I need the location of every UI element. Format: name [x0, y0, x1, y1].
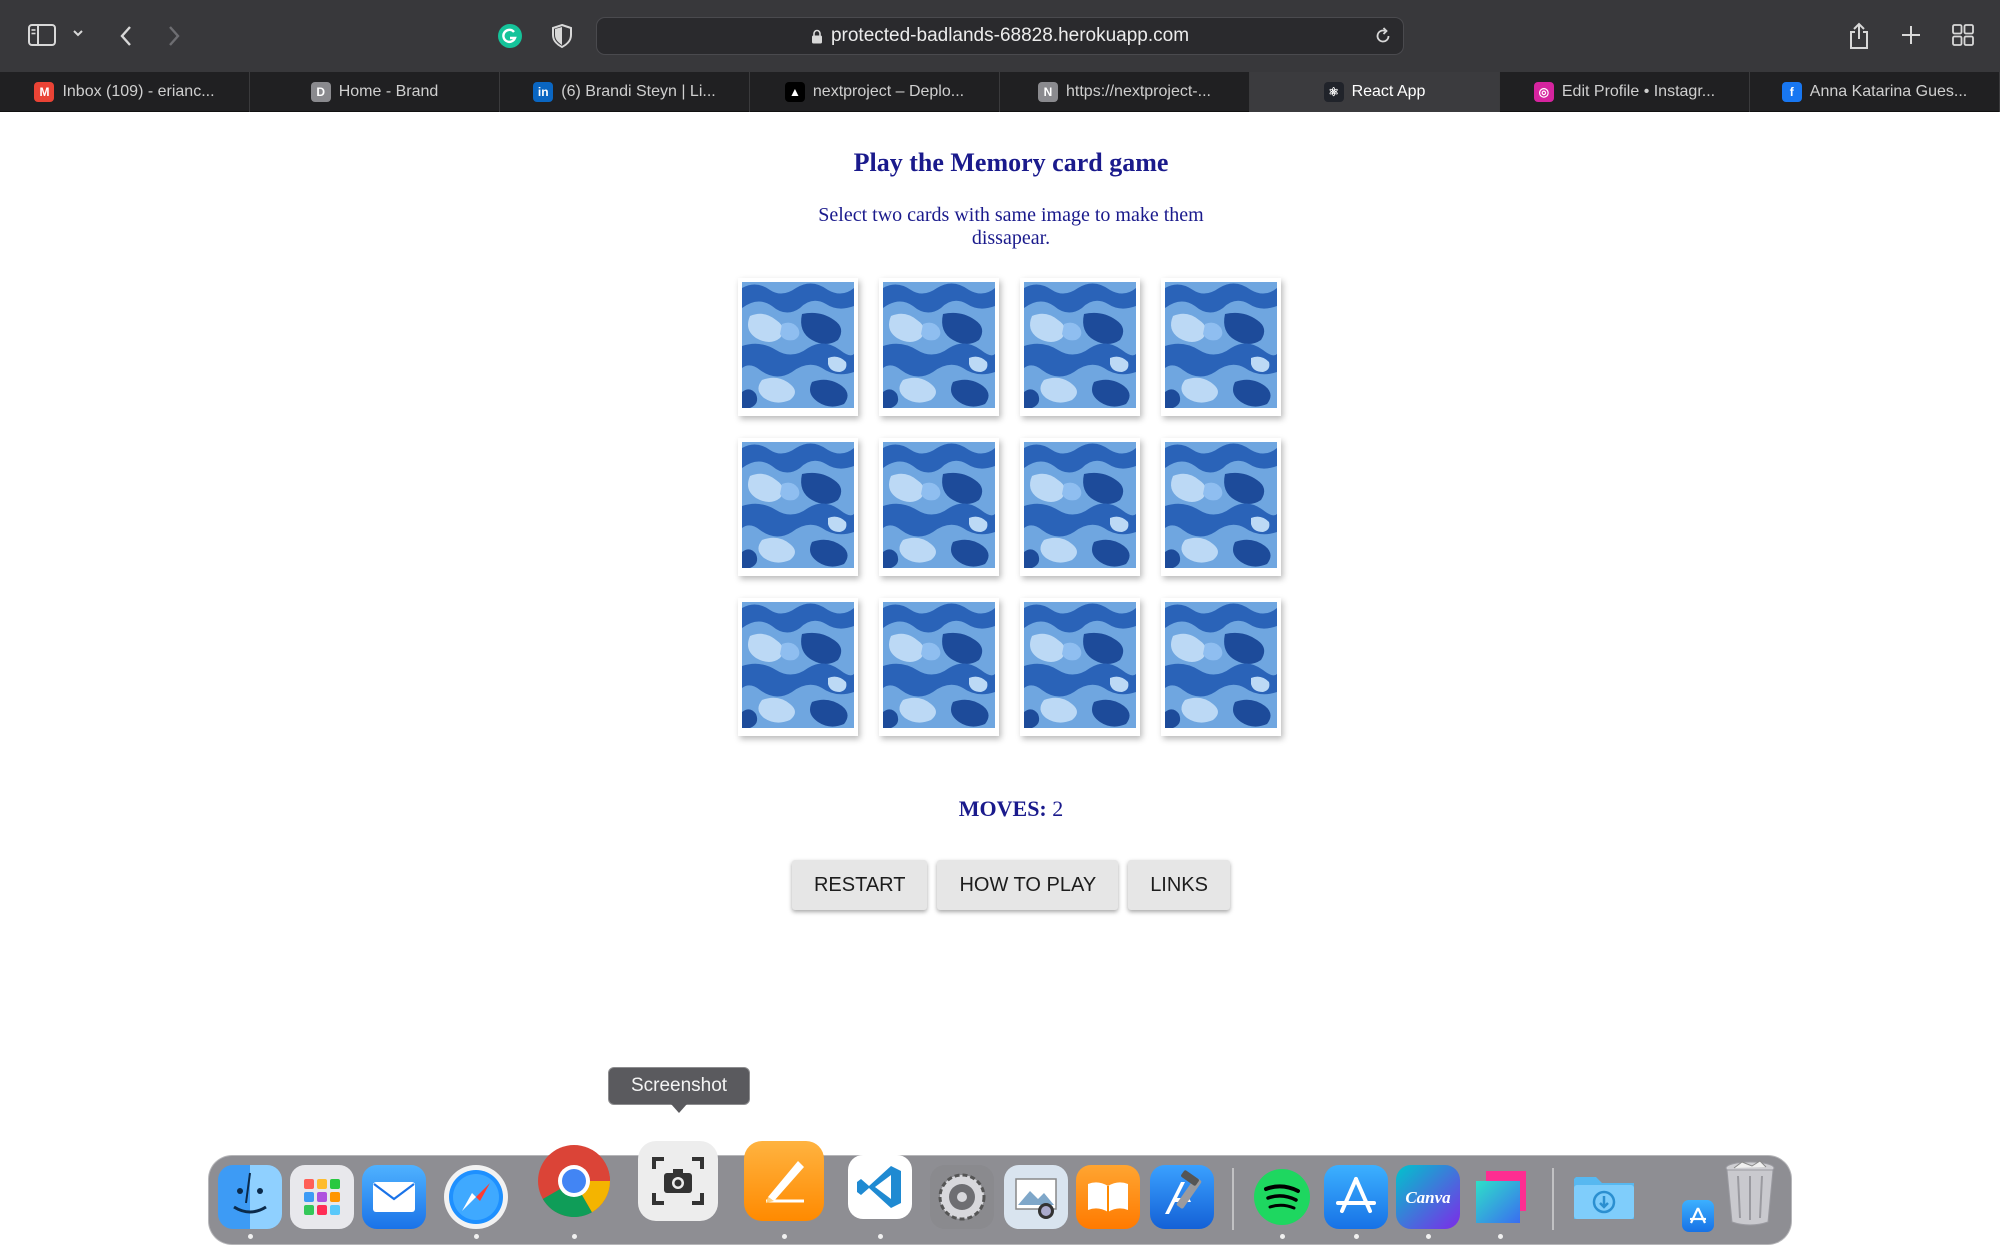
- tab-label: React App: [1351, 83, 1426, 100]
- spotify-icon[interactable]: [1250, 1165, 1314, 1229]
- running-indicator: [474, 1234, 479, 1239]
- tooltip-arrow: [671, 1104, 687, 1113]
- links-button[interactable]: LINKS: [1128, 860, 1230, 910]
- tab-label: Inbox (109) - erianc...: [62, 83, 215, 100]
- facebook-icon: f: [1781, 82, 1802, 102]
- tab-bar: M Inbox (109) - erianc... D Home - Brand in (…: [0, 72, 2000, 112]
- card-grid: [738, 278, 1288, 858]
- memory-card[interactable]: [1020, 278, 1140, 416]
- game-instructions: Select two cards with same image to make…: [818, 204, 1204, 249]
- running-indicator: [1498, 1234, 1503, 1239]
- dock-separator: [1232, 1168, 1234, 1230]
- canva-icon[interactable]: Canva: [1396, 1165, 1460, 1229]
- memory-card[interactable]: [1020, 598, 1140, 736]
- memory-card[interactable]: [738, 598, 858, 736]
- memory-card[interactable]: [1161, 598, 1281, 736]
- linkedin-icon: in: [533, 82, 554, 102]
- tab-linkedin[interactable]: in (6) Brandi Steyn | Li...: [500, 72, 750, 112]
- memory-card[interactable]: [879, 598, 999, 736]
- moves-label: MOVES:: [958, 796, 1047, 821]
- tab-instagram[interactable]: ◎ Edit Profile • Instagr...: [1500, 72, 1750, 112]
- running-indicator: [1354, 1234, 1359, 1239]
- tab-overview-icon[interactable]: [1952, 24, 1974, 46]
- memory-card[interactable]: [1161, 278, 1281, 416]
- page-content: Play the Memory card game Select two car…: [0, 112, 2000, 1250]
- svg-text:Canva: Canva: [1405, 1188, 1451, 1207]
- app-store-icon[interactable]: [1324, 1165, 1388, 1229]
- trash-icon[interactable]: [1718, 1160, 1782, 1226]
- books-icon[interactable]: [1076, 1165, 1140, 1229]
- vercel-icon: ▲: [784, 82, 805, 102]
- browser-toolbar: protected-badlands-68828.herokuapp.com: [0, 0, 2000, 72]
- safari-icon[interactable]: [444, 1165, 508, 1229]
- screens-icon[interactable]: [1468, 1165, 1532, 1229]
- new-tab-icon[interactable]: [1900, 24, 1922, 46]
- memory-card[interactable]: [879, 278, 999, 416]
- downloads-folder-icon[interactable]: [1572, 1165, 1636, 1229]
- share-icon[interactable]: [1848, 22, 1870, 50]
- gmail-icon: M: [34, 82, 55, 102]
- tab-label: https://nextproject-...: [1066, 83, 1211, 100]
- screenshot-icon[interactable]: [638, 1141, 718, 1221]
- running-indicator: [1426, 1234, 1431, 1239]
- running-indicator: [248, 1234, 253, 1239]
- tab-label: Edit Profile • Instagr...: [1561, 83, 1716, 100]
- xcode-icon[interactable]: [1150, 1165, 1214, 1229]
- system-preferences-icon[interactable]: [930, 1165, 994, 1229]
- tab-facebook[interactable]: f Anna Katarina Gues...: [1750, 72, 2000, 112]
- memory-card[interactable]: [1020, 438, 1140, 576]
- shield-icon[interactable]: [551, 23, 573, 49]
- sidebar-toggle-icon[interactable]: [28, 24, 56, 46]
- app-store-badge-icon: [1682, 1200, 1714, 1232]
- moves-counter: MOVES: 2: [0, 796, 2000, 822]
- running-indicator: [572, 1234, 577, 1239]
- running-indicator: [782, 1234, 787, 1239]
- pages-icon[interactable]: [744, 1141, 824, 1221]
- how-to-play-button[interactable]: HOW TO PLAY: [937, 860, 1119, 910]
- page-title: Play the Memory card game: [853, 148, 1169, 177]
- restart-button[interactable]: RESTART: [791, 860, 928, 910]
- memory-card[interactable]: [738, 278, 858, 416]
- chevron-down-icon[interactable]: [72, 28, 84, 38]
- grammarly-icon[interactable]: [497, 23, 523, 49]
- running-indicator: [1280, 1234, 1285, 1239]
- memory-card[interactable]: [1161, 438, 1281, 576]
- vscode-icon[interactable]: [848, 1155, 912, 1219]
- chrome-icon[interactable]: [534, 1141, 614, 1221]
- instagram-icon: ◎: [1533, 82, 1554, 102]
- mail-icon[interactable]: [362, 1165, 426, 1229]
- tab-react[interactable]: ⚛ React App: [1250, 72, 1500, 112]
- running-indicator: [878, 1234, 883, 1239]
- d-icon: D: [310, 82, 331, 102]
- launchpad-icon[interactable]: [290, 1165, 354, 1229]
- tab-n[interactable]: Nhttps://nextproject-...: [1000, 72, 1250, 112]
- tab-vercel[interactable]: ▲ nextproject – Deplo...: [750, 72, 1000, 112]
- back-icon[interactable]: [118, 24, 134, 48]
- dock-tooltip: Screenshot: [608, 1067, 750, 1105]
- tab-label: nextproject – Deplo...: [812, 83, 965, 100]
- tab-label: Home - Brand: [338, 83, 439, 100]
- react-icon: ⚛: [1323, 82, 1344, 102]
- reload-icon[interactable]: [1373, 26, 1393, 46]
- lock-icon: [811, 29, 822, 43]
- preview-icon[interactable]: [1004, 1165, 1068, 1229]
- finder-icon[interactable]: [218, 1165, 282, 1229]
- control-buttons: RESTART HOW TO PLAY LINKS: [0, 860, 2000, 910]
- memory-card[interactable]: [738, 438, 858, 576]
- address-bar[interactable]: protected-badlands-68828.herokuapp.com: [596, 17, 1404, 55]
- dock-separator: [1552, 1168, 1554, 1230]
- tab-gmail[interactable]: M Inbox (109) - erianc...: [0, 72, 250, 112]
- memory-card[interactable]: [879, 438, 999, 576]
- forward-icon[interactable]: [166, 24, 182, 48]
- n-icon: N: [1038, 82, 1059, 102]
- tab-label: (6) Brandi Steyn | Li...: [561, 83, 716, 100]
- tab-label: Anna Katarina Gues...: [1809, 83, 1968, 100]
- url-text: protected-badlands-68828.herokuapp.com: [830, 25, 1190, 46]
- tab-d[interactable]: D Home - Brand: [250, 72, 500, 112]
- moves-value: 2: [1052, 796, 1064, 821]
